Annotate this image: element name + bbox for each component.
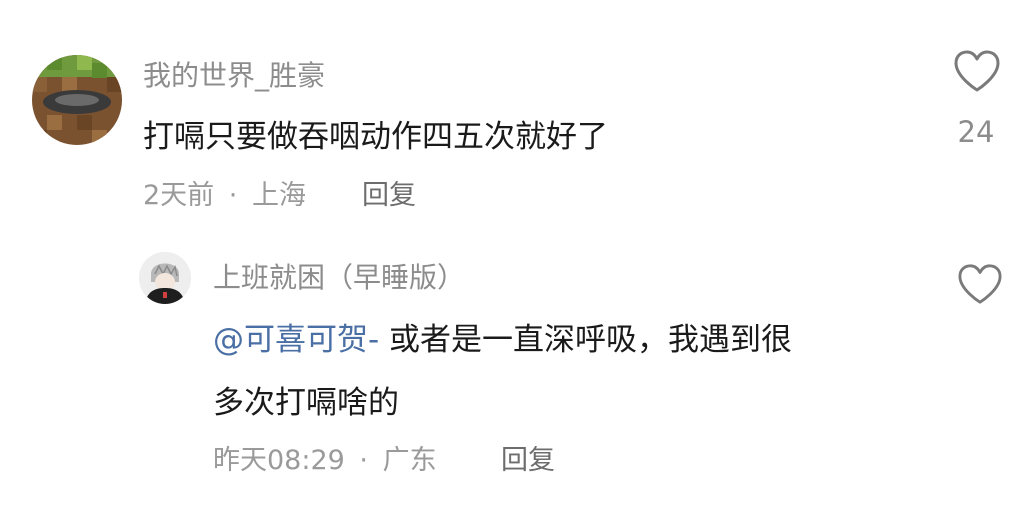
comment-text: 打嗝只要做吞咽动作四五次就好了: [143, 119, 608, 155]
reply-text-line2: 多次打嗝啥的: [213, 385, 399, 421]
comment-meta: 2天前 · 上海: [143, 179, 306, 213]
reply-meta: 昨天08:29 · 广东: [213, 444, 437, 478]
like-count: 24: [957, 115, 995, 149]
meta-separator: ·: [359, 445, 368, 476]
comment-location: 上海: [251, 180, 306, 211]
anime-avatar-image: [139, 252, 191, 304]
like-button[interactable]: [952, 48, 1002, 98]
like-button[interactable]: [956, 262, 1004, 310]
heart-outline-icon: [958, 264, 1002, 304]
reply-text-line1: @可喜可贺- 或者是一直深呼吸，我遇到很: [213, 320, 792, 360]
reply-button[interactable]: 回复: [362, 179, 416, 213]
comment-time: 2天前: [143, 180, 215, 211]
heart-outline-icon: [954, 50, 1000, 92]
meta-separator: ·: [228, 180, 238, 211]
replier-username[interactable]: 上班就困（早睡版）: [213, 260, 465, 296]
commenter-username[interactable]: 我的世界_胜豪: [143, 58, 325, 94]
mention-link[interactable]: @可喜可贺-: [213, 322, 379, 358]
reply-text: 或者是一直深呼吸，我遇到很: [379, 322, 793, 358]
reply-location: 广东: [382, 445, 437, 476]
commenter-avatar[interactable]: [32, 55, 122, 145]
replier-avatar[interactable]: [139, 252, 191, 304]
reply-button[interactable]: 回复: [501, 444, 555, 478]
reply-time: 昨天08:29: [213, 445, 345, 476]
pixel-avatar-image: [32, 55, 122, 145]
